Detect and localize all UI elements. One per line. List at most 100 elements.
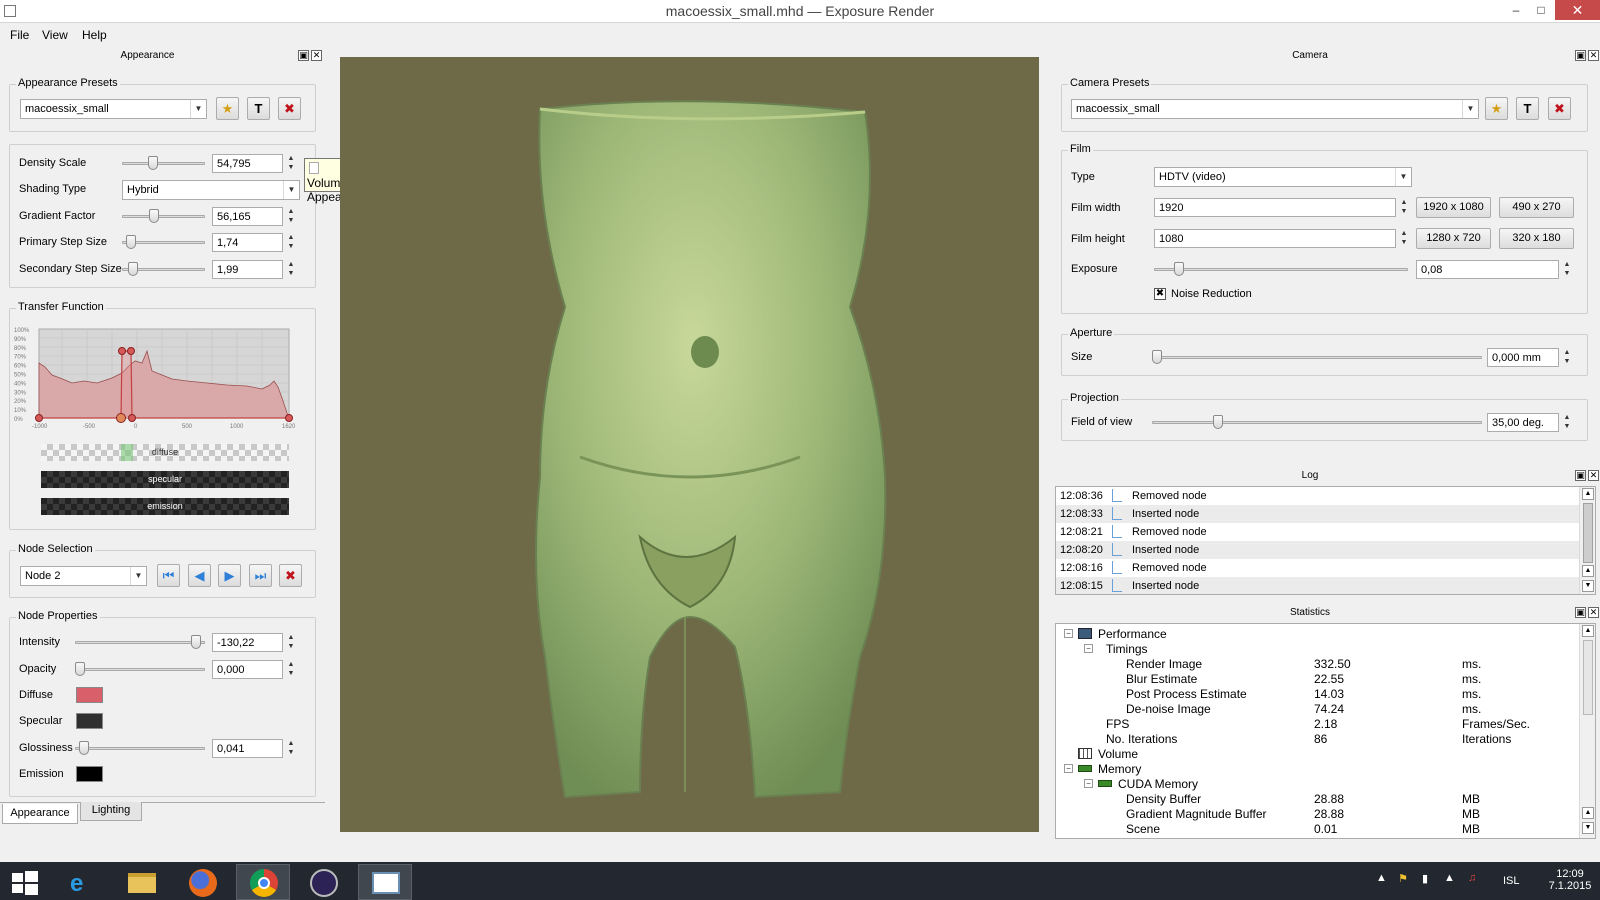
secondary-step-input[interactable]: 1,99 ▲ ▼ xyxy=(212,260,294,279)
slider-handle[interactable] xyxy=(78,741,89,755)
volume-icon[interactable]: ♫ xyxy=(1468,872,1476,884)
gradient-factor-slider[interactable] xyxy=(122,208,205,224)
scroll-up-icon[interactable]: ▲ xyxy=(1582,625,1594,637)
stats-row[interactable]: − Memory xyxy=(1056,761,1579,776)
fov-input[interactable]: 35,00 deg. ▲ ▼ xyxy=(1487,413,1570,432)
log-row[interactable]: 12:08:33 Inserted node xyxy=(1056,505,1579,523)
network-icon[interactable]: ▲ xyxy=(1444,872,1455,884)
minimize-button[interactable]: – xyxy=(1505,0,1527,20)
clock[interactable]: 12:09 7.1.2015 xyxy=(1548,868,1592,892)
float-button[interactable]: ▣ xyxy=(1575,470,1586,481)
stats-row[interactable]: − CUDA Memory xyxy=(1056,776,1579,791)
film-height-input[interactable]: 1080 ▲ ▼ xyxy=(1154,229,1407,248)
spin-arrows-icon[interactable]: ▲ ▼ xyxy=(284,207,298,226)
slider-handle[interactable] xyxy=(148,156,159,170)
spin-arrows-icon[interactable]: ▲ ▼ xyxy=(284,739,298,758)
gradient-factor-input[interactable]: 56,165 ▲ ▼ xyxy=(212,207,294,226)
spin-arrows-icon[interactable]: ▲ ▼ xyxy=(1560,413,1574,432)
aperture-size-slider[interactable] xyxy=(1152,349,1482,365)
spin-arrows-icon[interactable]: ▲ ▼ xyxy=(284,154,298,173)
save-camera-preset-button[interactable]: ★ xyxy=(1485,97,1508,120)
spin-arrows-icon[interactable]: ▲ ▼ xyxy=(1397,198,1411,217)
render-viewport[interactable] xyxy=(340,57,1039,832)
node-select[interactable]: Node 2 ▼ xyxy=(20,566,147,586)
stats-row[interactable]: Render Image 332.50 ms. xyxy=(1056,656,1579,671)
rename-preset-button[interactable]: T xyxy=(247,97,270,120)
show-hidden-icons-icon[interactable]: ▲ xyxy=(1376,872,1387,884)
firefox-button[interactable] xyxy=(176,864,230,900)
secondary-step-slider[interactable] xyxy=(122,261,205,277)
scroll-up-icon[interactable]: ▲ xyxy=(1582,488,1594,500)
slider-handle[interactable] xyxy=(149,209,159,223)
spin-arrows-icon[interactable]: ▲ ▼ xyxy=(1560,260,1574,279)
spin-arrows-icon[interactable]: ▲ ▼ xyxy=(1397,229,1411,248)
stats-row[interactable]: − Timings xyxy=(1056,641,1579,656)
primary-step-input[interactable]: 1,74 ▲ ▼ xyxy=(212,233,294,252)
previous-node-button[interactable]: ◀ xyxy=(188,564,211,587)
language-indicator[interactable]: ISL xyxy=(1503,875,1520,887)
shading-type-select[interactable]: Hybrid ▼ xyxy=(122,180,300,200)
dock-close-button[interactable]: ✕ xyxy=(311,50,322,61)
stats-row[interactable]: FPS 2.18 Frames/Sec. xyxy=(1056,716,1579,731)
collapse-icon[interactable]: − xyxy=(1064,764,1073,773)
intensity-input[interactable]: -130,22 ▲ ▼ xyxy=(212,633,294,652)
spin-arrows-icon[interactable]: ▲ ▼ xyxy=(284,660,298,679)
spin-arrows-icon[interactable]: ▲ ▼ xyxy=(284,260,298,279)
collapse-icon[interactable]: − xyxy=(1084,644,1093,653)
density-scale-input[interactable]: 54,795 ▲ ▼ xyxy=(212,154,294,173)
menu-view[interactable]: View xyxy=(42,28,68,42)
stats-row[interactable]: De-noise Image 74.24 ms. xyxy=(1056,701,1579,716)
scroll-down-icon[interactable]: ▼ xyxy=(1582,822,1594,834)
diffuse-color-button[interactable] xyxy=(76,687,103,703)
eclipse-button[interactable] xyxy=(297,864,351,900)
file-explorer-button[interactable] xyxy=(115,864,169,900)
transfer-function-graph[interactable]: 100%90%80%70%60%50%40%30%20%10%0% -1000-… xyxy=(12,323,312,433)
noise-reduction-checkbox[interactable]: ✖ xyxy=(1154,288,1166,300)
collapse-icon[interactable]: − xyxy=(1064,629,1073,638)
internet-explorer-button[interactable]: e xyxy=(55,864,109,900)
close-button[interactable]: ✕ xyxy=(1555,0,1600,20)
stats-row[interactable]: Blur Estimate 22.55 ms. xyxy=(1056,671,1579,686)
preset-490x270-button[interactable]: 490 x 270 xyxy=(1499,197,1574,218)
preset-1920x1080-button[interactable]: 1920 x 1080 xyxy=(1416,197,1491,218)
diffuse-bar[interactable]: diffuse xyxy=(41,444,289,461)
scroll-up-icon[interactable]: ▲ xyxy=(1582,807,1594,819)
start-button[interactable] xyxy=(0,864,50,900)
stats-row[interactable]: Scene 0.01 MB xyxy=(1056,821,1579,836)
action-center-icon[interactable]: ⚑ xyxy=(1398,872,1408,885)
log-row[interactable]: 12:08:20 Inserted node xyxy=(1056,541,1579,559)
log-row[interactable]: 12:08:16 Removed node xyxy=(1056,559,1579,577)
log-row[interactable]: 12:08:15 Inserted node xyxy=(1056,577,1579,594)
rename-camera-preset-button[interactable]: T xyxy=(1516,97,1539,120)
chrome-button[interactable] xyxy=(236,864,290,900)
dock-close-button[interactable]: ✕ xyxy=(1588,470,1599,481)
aperture-size-input[interactable]: 0,000 mm ▲ ▼ xyxy=(1487,348,1570,367)
spin-arrows-icon[interactable]: ▲ ▼ xyxy=(284,233,298,252)
specular-color-button[interactable] xyxy=(76,713,103,729)
stats-row[interactable]: No. Iterations 86 Iterations xyxy=(1056,731,1579,746)
emission-color-button[interactable] xyxy=(76,766,103,782)
scroll-thumb[interactable] xyxy=(1583,640,1593,715)
spin-arrows-icon[interactable]: ▲ ▼ xyxy=(1560,348,1574,367)
scroll-thumb[interactable] xyxy=(1583,503,1593,563)
intensity-slider[interactable] xyxy=(75,634,205,650)
preset-320x180-button[interactable]: 320 x 180 xyxy=(1499,228,1574,249)
film-width-input[interactable]: 1920 ▲ ▼ xyxy=(1154,198,1407,217)
glossiness-slider[interactable] xyxy=(75,740,205,756)
delete-preset-button[interactable]: ✖ xyxy=(278,97,301,120)
scroll-down-icon[interactable]: ▼ xyxy=(1582,580,1594,592)
dock-close-button[interactable]: ✕ xyxy=(1588,607,1599,618)
preset-1280x720-button[interactable]: 1280 x 720 xyxy=(1416,228,1491,249)
first-node-button[interactable]: ⏮ xyxy=(157,564,180,587)
next-node-button[interactable]: ▶ xyxy=(218,564,241,587)
density-scale-slider[interactable] xyxy=(122,155,205,171)
fov-slider[interactable] xyxy=(1152,414,1482,430)
opacity-input[interactable]: 0,000 ▲ ▼ xyxy=(212,660,294,679)
battery-icon[interactable]: ▮ xyxy=(1422,872,1428,885)
dock-close-button[interactable]: ✕ xyxy=(1588,50,1599,61)
float-button[interactable]: ▣ xyxy=(1575,607,1586,618)
slider-handle[interactable] xyxy=(191,635,202,649)
film-type-select[interactable]: HDTV (video) ▼ xyxy=(1154,167,1412,187)
exposure-input[interactable]: 0,08 ▲ ▼ xyxy=(1416,260,1570,279)
delete-node-button[interactable]: ✖ xyxy=(279,564,302,587)
